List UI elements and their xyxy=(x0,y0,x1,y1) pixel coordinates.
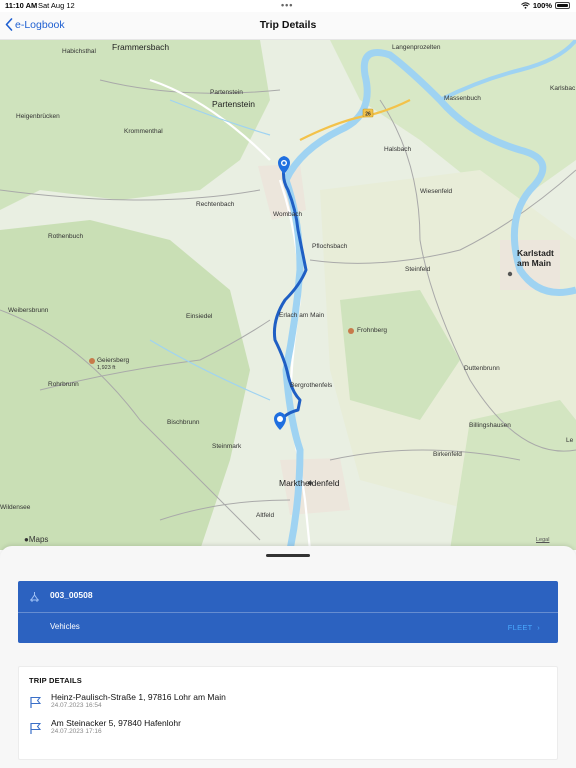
battery-percent: 100% xyxy=(532,1,552,10)
map-label: Pflochsbach xyxy=(312,243,348,250)
map-label: Frammersbach xyxy=(112,42,170,52)
start-timestamp: 24.07.2023 16:54 xyxy=(51,702,102,709)
map-label: Krommenthal xyxy=(124,128,163,135)
peak-marker-icon xyxy=(89,358,95,364)
map-label: Rohrbrunn xyxy=(48,381,79,388)
page-title: Trip Details xyxy=(259,19,317,31)
map-label: Bergrothenfels xyxy=(290,382,333,389)
wifi-icon xyxy=(520,2,530,9)
maps-attribution: ●Maps xyxy=(24,535,49,544)
map-label: Habichsthal xyxy=(62,48,96,55)
forest-area xyxy=(0,220,250,550)
map-label: Marktheidenfeld xyxy=(279,478,340,488)
map-label: Duttenbrunn xyxy=(464,365,500,372)
peak-marker-icon xyxy=(348,328,354,334)
map-label: Halsbach xyxy=(384,146,412,153)
map-label: Karlstadt xyxy=(517,248,554,258)
map-label: Steinmark xyxy=(212,443,242,450)
status-date: Sat Aug 12 xyxy=(38,1,75,10)
status-time: 11:10 AM xyxy=(5,1,38,10)
svg-text:26: 26 xyxy=(365,112,371,118)
map-label: Partenstein xyxy=(212,99,255,109)
legal-link[interactable]: Legal xyxy=(536,537,549,543)
map-label: Rothenbuch xyxy=(48,233,84,240)
trip-map[interactable]: 26 Frammersbach Habichsthal Partenstein … xyxy=(0,40,576,550)
battery-indicator: 100% xyxy=(520,1,570,10)
map-label: Wombach xyxy=(273,211,303,218)
map-label: Birkenfeld xyxy=(433,451,462,458)
map-label: Le xyxy=(566,437,574,444)
trip-details-heading: TRIP DETAILS xyxy=(29,676,82,685)
end-timestamp: 24.07.2023 17:16 xyxy=(51,728,102,735)
map-label: Altfeld xyxy=(256,512,275,519)
map-label: Einsiedel xyxy=(186,313,213,320)
map-label: Frohnberg xyxy=(357,327,387,334)
map-label: 1,923 ft xyxy=(97,365,116,371)
map-label: Heigenbrücken xyxy=(16,113,60,120)
fleet-link[interactable]: FLEET › xyxy=(508,623,540,632)
trip-stop-start[interactable]: Heinz-Paulisch-Straße 1, 97816 Lohr am M… xyxy=(29,692,549,716)
map-label: Karlsbac xyxy=(550,85,576,92)
vehicle-card-header: 003_00508 xyxy=(18,581,558,613)
end-flag-icon xyxy=(30,723,42,734)
map-label: Wiesenfeld xyxy=(420,188,453,195)
map-label: Billingshausen xyxy=(469,422,511,429)
map-label: Bischbrunn xyxy=(167,419,200,426)
multitasking-dots-icon[interactable]: ••• xyxy=(281,0,293,10)
vehicle-icon xyxy=(30,592,39,602)
fleet-link-label: FLEET xyxy=(507,623,533,632)
end-address: Am Steinacker 5, 97840 Hafenlohr xyxy=(51,718,181,728)
map-label: Geiersberg xyxy=(97,357,130,364)
map-label: am Main xyxy=(517,258,552,268)
map-canvas[interactable]: 26 xyxy=(0,40,576,550)
vehicle-id: 003_00508 xyxy=(50,590,93,600)
vehicle-card[interactable]: 003_00508 Vehicles FLEET › xyxy=(18,581,558,643)
map-label: Massenbuch xyxy=(444,95,481,102)
city-marker-icon xyxy=(507,271,513,277)
map-label: Weibersbrunn xyxy=(8,307,49,314)
battery-icon xyxy=(555,2,570,9)
map-label: Rechtenbach xyxy=(196,201,235,208)
end-pin-icon[interactable] xyxy=(274,412,286,430)
trip-stop-end[interactable]: Am Steinacker 5, 97840 Hafenlohr 24.07.2… xyxy=(29,718,549,742)
map-label: Erlach am Main xyxy=(279,312,325,319)
map-label: Partenstein xyxy=(210,89,243,96)
start-flag-icon xyxy=(30,697,42,708)
vehicles-label: Vehicles xyxy=(50,622,80,631)
chevron-right-icon: › xyxy=(534,623,540,632)
sheet-grabber[interactable] xyxy=(266,554,310,557)
start-address: Heinz-Paulisch-Straße 1, 97816 Lohr am M… xyxy=(51,692,226,702)
map-label: Steinfeld xyxy=(405,266,431,273)
status-bar: 11:10 AM Sat Aug 12 ••• 100% xyxy=(0,0,576,12)
trip-details-card: TRIP DETAILS Heinz-Paulisch-Straße 1, 97… xyxy=(18,666,558,760)
trip-detail-sheet: 003_00508 Vehicles FLEET › TRIP DETAILS … xyxy=(0,546,576,768)
map-label: Wildensee xyxy=(0,504,31,511)
map-label: Langenprozelten xyxy=(392,44,441,51)
navigation-bar: e-Logbook Trip Details xyxy=(0,12,576,40)
